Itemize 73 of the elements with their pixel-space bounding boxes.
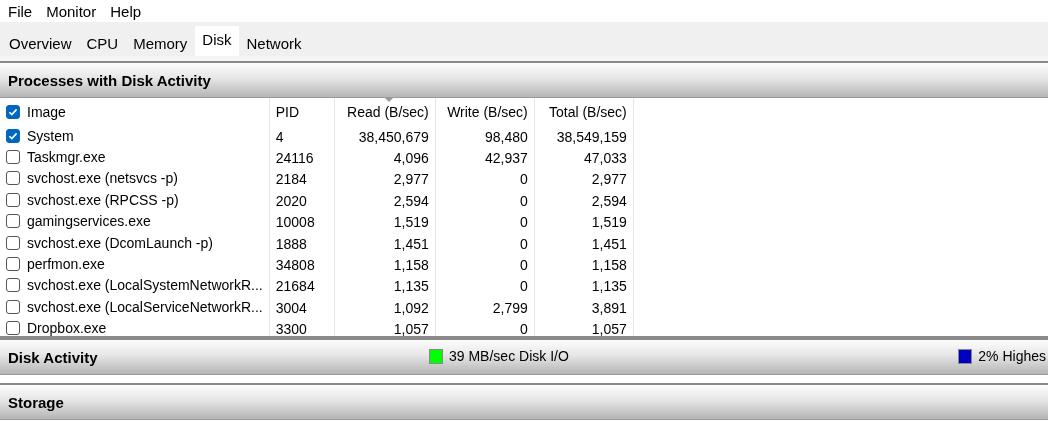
table-cell: 34808: [269, 254, 335, 276]
section-title: Disk Activity: [8, 348, 98, 366]
table-cell: 2,799: [435, 297, 535, 319]
section-header[interactable]: Disk Activity 39 MB/sec Disk I/O 2% Highes: [0, 338, 1048, 375]
table-cell: 1,451: [534, 232, 634, 255]
table-cell: 10008: [269, 211, 335, 233]
table-cell: 1,519: [334, 211, 436, 233]
table-cell: 0: [435, 190, 535, 212]
tab[interactable]: Disk: [195, 26, 239, 56]
table-cell: 1,519: [534, 211, 634, 233]
table-cell: svchost.exe (RPCSS -p): [0, 190, 270, 212]
table-cell: 2,977: [334, 168, 436, 191]
table-cell: 3004: [269, 297, 335, 319]
table-cell: 47,033: [534, 147, 634, 169]
table-cell: gamingservices.exe: [0, 211, 270, 233]
table-cell: 4,096: [334, 147, 436, 169]
table-cell: 2,977: [534, 168, 634, 191]
column-header[interactable]: Image: [0, 98, 270, 126]
table-cell: 1,092: [334, 297, 436, 319]
table-cell: 1,158: [534, 254, 634, 276]
checkbox[interactable]: [6, 104, 20, 119]
checkbox[interactable]: [6, 150, 20, 165]
checkbox[interactable]: [6, 321, 20, 336]
section-title: Processes with Disk Activity: [8, 71, 211, 89]
table-cell: 38,450,679: [334, 126, 436, 148]
checkbox[interactable]: [6, 214, 20, 229]
table-cell: 24116: [269, 147, 335, 169]
table-cell: 38,549,159: [534, 126, 634, 148]
table-cell: 0: [435, 254, 535, 276]
table-cell: 21684: [269, 275, 335, 298]
table-cell: svchost.exe (LocalSystemNetworkR...: [0, 275, 270, 298]
table-cell: 1,451: [334, 232, 436, 255]
section-header[interactable]: Storage: [0, 383, 1048, 420]
section-header[interactable]: Processes with Disk Activity: [0, 61, 1048, 98]
menu-item[interactable]: File: [8, 2, 33, 20]
table-cell: 1,135: [534, 275, 634, 298]
table-cell: 4: [269, 126, 335, 148]
section-title: Storage: [8, 393, 64, 411]
table-cell: 0: [435, 211, 535, 233]
menu-item[interactable]: Help: [110, 2, 142, 20]
column-header[interactable]: Total (B/sec): [534, 98, 634, 126]
column-header[interactable]: PID: [269, 98, 335, 126]
table-cell: svchost.exe (netsvcs -p): [0, 168, 270, 191]
checkbox[interactable]: [6, 257, 20, 272]
table-cell: Taskmgr.exe: [0, 147, 270, 169]
column-header[interactable]: Read (B/sec): [334, 98, 436, 126]
menu-item[interactable]: Monitor: [46, 2, 97, 20]
legend-label: 2% Highes: [978, 348, 1046, 364]
legend-label: 39 MB/sec Disk I/O: [449, 348, 569, 364]
table-cell: 2020: [269, 190, 335, 212]
checkbox[interactable]: [6, 192, 20, 207]
checkbox[interactable]: [6, 299, 20, 314]
table-cell: 3,891: [534, 297, 634, 319]
column-header[interactable]: Write (B/sec): [435, 98, 535, 126]
table-cell: perfmon.exe: [0, 254, 270, 276]
table-cell: 0: [435, 275, 535, 298]
table-cell: svchost.exe (LocalServiceNetworkR...: [0, 297, 270, 319]
table-cell: 2,594: [334, 190, 436, 212]
checkbox[interactable]: [6, 129, 20, 144]
table-cell: 1888: [269, 232, 335, 255]
table-cell: svchost.exe (DcomLaunch -p): [0, 232, 270, 255]
table-cell: System: [0, 126, 270, 148]
checkbox[interactable]: [6, 278, 20, 293]
table-cell: 98,480: [435, 126, 535, 148]
table-cell: 0: [435, 232, 535, 255]
table-cell: 2,594: [534, 190, 634, 212]
table-cell: 42,937: [435, 147, 535, 169]
table-cell: 1,135: [334, 275, 436, 298]
table-cell: 0: [435, 168, 535, 191]
checkbox[interactable]: [6, 235, 20, 250]
table-cell: 2184: [269, 168, 335, 191]
table-cell: 1,158: [334, 254, 436, 276]
checkbox[interactable]: [6, 171, 20, 186]
